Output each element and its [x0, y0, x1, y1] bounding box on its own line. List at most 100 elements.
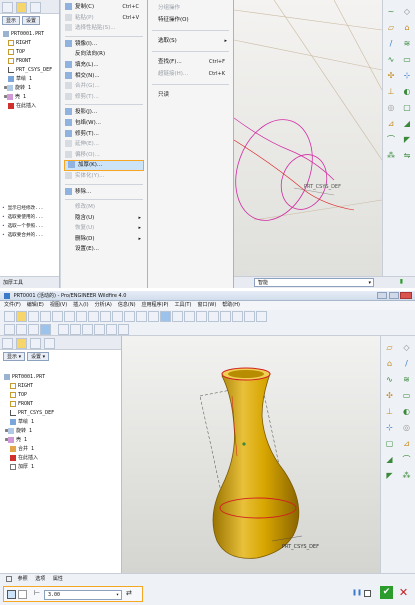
paste-icon[interactable] — [112, 311, 123, 322]
saved-views-icon[interactable] — [232, 311, 243, 322]
close-button[interactable] — [400, 292, 412, 299]
menu-item[interactable]: 恢复(U) ▸ — [61, 223, 147, 234]
shading-icon[interactable] — [40, 324, 51, 335]
filter-dropdown[interactable]: 智能 ▾ — [254, 278, 374, 287]
round-tool-icon[interactable]: ⌒ — [400, 452, 414, 466]
menu-item[interactable]: 修剪(T)... — [61, 129, 147, 140]
tree-item-top[interactable]: TOP — [4, 391, 119, 400]
datum-planes-toggle-icon[interactable] — [58, 324, 69, 335]
settings-dropdown[interactable]: 设置 — [21, 16, 40, 25]
collapse-icon[interactable] — [6, 575, 12, 582]
orient-icon[interactable] — [184, 311, 195, 322]
menu-item[interactable]: 选取(S) ▸ — [148, 35, 233, 47]
tree-settings-button[interactable] — [29, 338, 41, 349]
minimize-button[interactable] — [377, 292, 387, 299]
menu-item[interactable]: 选择性粘贴(S)... — [61, 23, 147, 34]
datum-curve-icon[interactable]: / — [400, 356, 414, 370]
mirror-tool-icon[interactable]: ⇋ — [400, 148, 414, 162]
rib-tool-icon[interactable]: ⊿ — [400, 436, 414, 450]
maximize-button[interactable] — [389, 292, 399, 299]
tree-item-top[interactable]: TOP — [3, 48, 57, 57]
cut-icon[interactable] — [88, 311, 99, 322]
datum-axis-tool-icon[interactable]: ◇ — [400, 340, 414, 354]
tree-settings-button[interactable] — [29, 2, 41, 13]
ok-button[interactable]: ✔ — [380, 586, 393, 599]
menu-item[interactable]: 粘贴(P) Ctrl+V — [61, 13, 147, 24]
menu-item[interactable]: 超链接(H)... Ctrl+K — [148, 68, 233, 80]
menu-item[interactable]: 反向法向(R) — [61, 49, 147, 60]
chamfer-tool-icon[interactable]: ◤ — [383, 468, 397, 482]
curve-tool-icon[interactable]: ∿ — [383, 372, 397, 386]
copy-icon[interactable] — [100, 311, 111, 322]
csys-toggle-icon[interactable] — [94, 324, 105, 335]
tree-item-sketch[interactable]: 草绘 1 — [4, 418, 119, 427]
datum-axes-toggle-icon[interactable] — [70, 324, 81, 335]
menu-item[interactable]: 实体化(Y)... — [61, 171, 147, 182]
datum-points-toggle-icon[interactable] — [82, 324, 93, 335]
menu-item[interactable]: 填充(L)... — [61, 60, 147, 71]
tab-references[interactable]: 参照 — [18, 576, 28, 582]
save-icon[interactable] — [28, 311, 39, 322]
redo-icon[interactable] — [76, 311, 87, 322]
no-hidden-icon[interactable] — [28, 324, 39, 335]
menu-item[interactable]: 只读 — [148, 89, 233, 101]
flip-direction-icon[interactable]: ⇄ — [126, 589, 132, 597]
hidden-line-icon[interactable] — [16, 324, 27, 335]
datum-plane-icon[interactable]: ▱ — [383, 340, 397, 354]
preview-checkbox[interactable] — [364, 590, 371, 597]
menu-item[interactable]: 延伸(E)... — [61, 139, 147, 150]
tree-item-front[interactable]: FRONT — [4, 400, 119, 409]
shell-tool-icon[interactable]: ▢ — [400, 100, 414, 114]
draft-tool-icon[interactable]: ◢ — [400, 116, 414, 130]
tree-item-merge[interactable]: 合并 1 — [4, 445, 119, 454]
cancel-button[interactable]: ✕ — [397, 586, 410, 599]
menubar-item[interactable]: 文件(F) — [4, 302, 21, 308]
pattern-tool-icon[interactable]: ⁂ — [384, 148, 398, 162]
menu-item[interactable]: 修剪(T)... — [61, 92, 147, 103]
menu-item[interactable]: 投影(J)... — [61, 107, 147, 118]
revolve-tool-icon[interactable]: ◐ — [400, 84, 414, 98]
analysis-icon[interactable]: ⊹ — [400, 68, 414, 82]
menubar-item[interactable]: 编辑(E) — [27, 302, 44, 308]
thickness-input[interactable]: 3.00 ▾ — [44, 590, 122, 600]
tree-item-insert-here[interactable]: 在此插入 — [4, 454, 119, 463]
rib-tool-icon[interactable]: ⊿ — [384, 116, 398, 130]
datum-axis-tool-icon[interactable]: ◇ — [400, 4, 414, 18]
menubar-item[interactable]: 应用程序(P) — [142, 302, 169, 308]
hole-tool-icon[interactable]: ◎ — [400, 420, 414, 434]
draft-tool-icon[interactable]: ◢ — [383, 452, 397, 466]
menubar-item[interactable]: 信息(N) — [118, 302, 136, 308]
select-icon[interactable] — [148, 311, 159, 322]
tree-item-revolve[interactable]: ⊞ 旋转 1 — [3, 84, 57, 93]
tree-item-revolve[interactable]: ⊞ 旋转 1 — [4, 427, 119, 436]
print-icon[interactable] — [40, 311, 51, 322]
menu-item[interactable]: 相交(N)... — [61, 71, 147, 82]
round-tool-icon[interactable]: ⌒ — [384, 132, 398, 146]
tab-properties[interactable]: 属性 — [53, 576, 63, 582]
undo-icon[interactable] — [64, 311, 75, 322]
tree-item-part[interactable]: PRT0001.PRT — [4, 373, 119, 382]
menu-item[interactable]: 合并(G)... — [61, 81, 147, 92]
tree-toggle-button[interactable] — [2, 2, 13, 13]
extrude-tool-icon[interactable]: ▭ — [400, 388, 414, 402]
menubar-item[interactable]: 工具(T) — [174, 302, 191, 308]
menu-item[interactable]: 镜像(I)... — [61, 39, 147, 50]
tree-item-part[interactable]: PRT0001.PRT — [3, 30, 57, 39]
tree-item-right[interactable]: RIGHT — [4, 382, 119, 391]
tree-item-csys[interactable]: PRT_CSYS_DEF — [4, 409, 119, 418]
spin-center-icon[interactable] — [172, 311, 183, 322]
view-manager-icon[interactable] — [256, 311, 267, 322]
chamfer-tool-icon[interactable]: ◤ — [400, 132, 414, 146]
email-icon[interactable] — [52, 311, 63, 322]
datum-curve-icon[interactable]: / — [384, 36, 398, 50]
find-icon[interactable] — [136, 311, 147, 322]
csys-tool-icon[interactable]: ⊥ — [384, 84, 398, 98]
menu-item[interactable]: 加厚(K)... — [64, 160, 144, 171]
menu-item[interactable]: 设置(E)... — [61, 244, 147, 255]
menubar-item[interactable]: 窗口(W) — [197, 302, 216, 308]
menubar-item[interactable]: 帮助(H) — [222, 302, 240, 308]
menubar-item[interactable]: 分析(A) — [95, 302, 112, 308]
pause-icon[interactable]: ❚❚ — [352, 589, 362, 596]
star-icon[interactable] — [43, 338, 55, 349]
menu-item[interactable]: 复制(C) Ctrl+C — [61, 2, 147, 13]
